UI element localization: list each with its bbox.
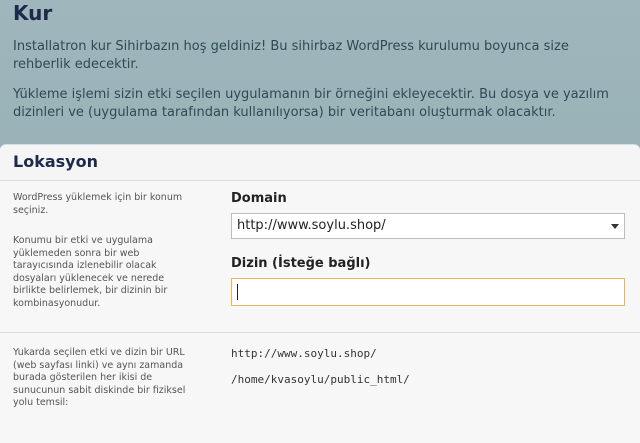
panel-header: Lokasyon (0, 145, 640, 181)
directory-input[interactable] (231, 278, 625, 306)
help-location-detail: Konumu bir etki ve uygulama yüklemeden s… (13, 235, 168, 309)
domain-label: Domain (231, 191, 287, 206)
directory-label: Dizin (İsteğe bağlı) (231, 256, 371, 271)
text-caret (237, 284, 238, 300)
intro-welcome-text: Installatron kur Sihirbazın hoş geldiniz… (13, 39, 569, 72)
domain-select-value: http://www.soylu.shop/ (237, 218, 386, 233)
help-paths: Yukarda seçilen etki ve dizin bir URL (w… (13, 347, 186, 408)
url-path: http://www.soylu.shop/ (231, 347, 377, 360)
filesystem-path: /home/kvasoylu/public_html/ (231, 373, 410, 386)
location-panel: Lokasyon WordPress yüklemek için bir kon… (0, 144, 640, 443)
domain-select[interactable]: http://www.soylu.shop/ (231, 213, 625, 239)
panel-title: Lokasyon (13, 152, 98, 171)
help-choose-location: WordPress yüklemek için bir konum seçini… (13, 192, 183, 216)
location-row: WordPress yüklemek için bir konum seçini… (0, 181, 640, 333)
intro-header: Kur Installatron kur Sihirbazın hoş geld… (0, 0, 640, 145)
chevron-down-icon[interactable] (611, 224, 619, 229)
intro-description-text: Yükleme işlemi sizin etki seçilen uygula… (13, 87, 609, 120)
page-title: Kur (13, 1, 53, 25)
path-preview-row: Yukarda seçilen etki ve dizin bir URL (w… (0, 333, 640, 443)
